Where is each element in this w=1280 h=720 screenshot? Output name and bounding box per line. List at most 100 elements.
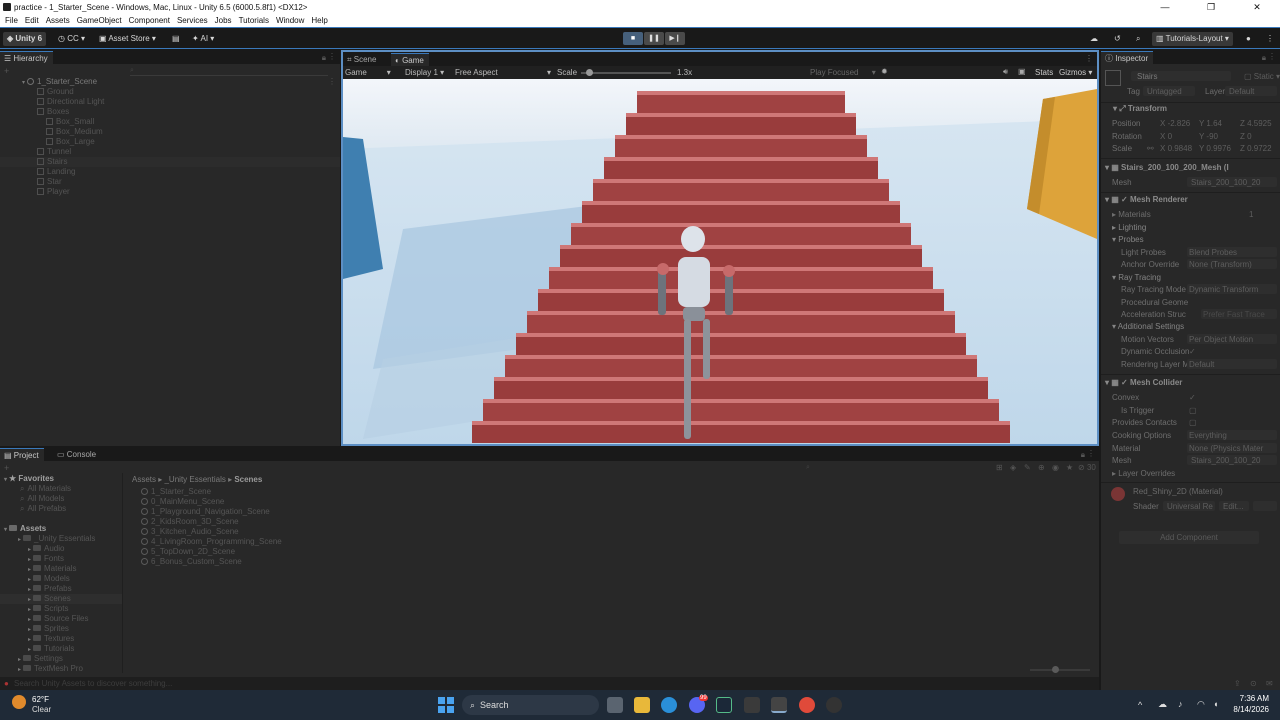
menu-gameobject[interactable]: GameObject — [77, 16, 122, 25]
rotation-y[interactable]: Y -90 — [1199, 132, 1218, 141]
file-explorer-icon[interactable] — [634, 697, 650, 713]
minimize-button[interactable]: — — [1142, 0, 1188, 14]
shader-options-button[interactable] — [1253, 501, 1277, 511]
scene-menu-icon[interactable]: ⋮ — [328, 77, 336, 86]
asset-folder-item[interactable]: ▸ Tutorials — [28, 644, 74, 654]
scene-file-item[interactable]: 2_KidsRoom_3D_Scene — [141, 517, 239, 527]
hierarchy-item[interactable]: Directional Light — [37, 97, 104, 107]
asset-folder-item[interactable]: ▸ TextMesh Pro — [18, 664, 83, 674]
chevron-up-icon[interactable]: ^ — [1138, 700, 1142, 710]
lock-icon[interactable]: 🔒︎ — [322, 53, 326, 63]
favorite-item[interactable]: ⌕ All Materials — [20, 484, 71, 494]
clock-time[interactable]: 7:36 AM — [1235, 694, 1269, 703]
lock-icon[interactable]: 🔒︎ — [1262, 53, 1266, 63]
scale-z[interactable]: Z 0.9722 — [1240, 144, 1272, 153]
materials-label[interactable]: ▸ Materials — [1112, 210, 1151, 219]
status-message[interactable]: Search Unity Assets to discover somethin… — [14, 679, 172, 688]
project-search-input[interactable]: ⌕ — [806, 464, 986, 473]
scene-file-item[interactable]: 1_Playground_Navigation_Scene — [141, 507, 270, 517]
menu-component[interactable]: Component — [129, 16, 170, 25]
maximize-button[interactable]: ❐ — [1188, 0, 1234, 14]
obs-icon[interactable] — [826, 697, 842, 713]
hierarchy-item[interactable]: Box_Large — [46, 137, 95, 147]
edit-shader-button[interactable]: Edit... — [1219, 501, 1249, 511]
display-dropdown[interactable]: Display 1 ▾ — [405, 68, 444, 77]
mesh-filter-header[interactable]: ▾ ▦ Stairs_200_100_200_Mesh (I — [1105, 163, 1229, 172]
task-view-icon[interactable] — [607, 697, 623, 713]
rendering-layer-dropdown[interactable]: Default — [1187, 359, 1277, 369]
asset-folder-item[interactable]: ▸ Audio — [28, 544, 64, 554]
asset-folder-item[interactable]: ▸ Fonts — [28, 554, 64, 564]
search-icon[interactable]: ⌕ — [1132, 32, 1144, 46]
asset-folder-item[interactable]: ▸ Sprites — [28, 624, 69, 634]
acceleration-structure-dropdown[interactable]: Prefer Fast Trace — [1201, 309, 1277, 319]
hierarchy-item[interactable]: Player — [37, 187, 70, 197]
ray-tracing-label[interactable]: ▾ Ray Tracing — [1112, 273, 1161, 282]
lighting-label[interactable]: ▸ Lighting — [1112, 223, 1146, 232]
tab-project[interactable]: ▤ Project — [0, 448, 44, 461]
stats-button[interactable]: Stats — [1035, 68, 1053, 77]
scene-file-item[interactable]: 3_Kitchen_Audio_Scene — [141, 527, 239, 537]
unity-account-button[interactable]: ◈ Unity 6 — [3, 32, 47, 46]
taskbar-search-box[interactable]: ⌕ Search — [462, 695, 599, 715]
favorite-item[interactable]: ⌕ All Models — [20, 494, 64, 504]
clock-date[interactable]: 8/14/2026 — [1229, 705, 1269, 714]
transform-header[interactable]: ▾ ⤢ Transform — [1113, 104, 1167, 114]
game-viewport[interactable] — [343, 79, 1097, 444]
breadcrumb-unity-essentials[interactable]: _Unity Essentials — [164, 475, 225, 484]
icon-size-slider[interactable] — [1030, 666, 1090, 673]
asset-folder-item[interactable]: ▸ Source Files — [28, 614, 88, 624]
tab-scene[interactable]: ⌗ Scene — [343, 53, 381, 66]
step-button[interactable]: ▶❙ — [665, 32, 685, 45]
assets-header[interactable]: ▾ Assets — [4, 524, 46, 534]
favorites-header[interactable]: ▾ ★ Favorites — [4, 474, 54, 484]
position-z[interactable]: Z 4.5925 — [1240, 119, 1272, 128]
anchor-override-field[interactable]: None (Transform) — [1187, 259, 1277, 269]
panel-menu-icon[interactable]: ⋮ — [1268, 52, 1276, 61]
hierarchy-item[interactable]: Stairs — [0, 157, 340, 167]
additional-settings-label[interactable]: ▾ Additional Settings — [1112, 322, 1184, 331]
hierarchy-item[interactable]: Box_Small — [46, 117, 94, 127]
favorite-item[interactable]: ⌕ All Prefabs — [20, 504, 66, 514]
asset-store-button[interactable]: ▣ Asset Store ▾ — [95, 32, 160, 46]
collider-mesh-field[interactable]: Stairs_200_100_20 — [1187, 455, 1277, 465]
object-name-field[interactable]: Stairs — [1131, 71, 1231, 81]
scene-file-item[interactable]: 4_LivingRoom_Programming_Scene — [141, 537, 282, 547]
asset-folder-item[interactable]: ▸ Prefabs — [28, 584, 72, 594]
weather-desc[interactable]: Clear — [32, 705, 51, 714]
tag-dropdown[interactable]: Untagged — [1143, 86, 1195, 96]
hierarchy-item[interactable]: Tunnel — [37, 147, 71, 157]
menu-jobs[interactable]: Jobs — [215, 16, 232, 25]
asset-folder-item[interactable]: ▸ _Unity Essentials — [18, 534, 95, 544]
weather-sun-icon[interactable] — [12, 695, 26, 709]
notifications-icon[interactable]: ✉ — [1266, 679, 1273, 688]
gizmos-button[interactable]: Gizmos ▾ — [1059, 68, 1092, 77]
tab-game[interactable]: ◐ Game — [391, 53, 429, 66]
panel-menu-icon[interactable]: ⋮ — [1085, 54, 1093, 63]
frame-debugger-icon[interactable]: ▣ — [1018, 67, 1026, 76]
breadcrumb-assets[interactable]: Assets — [132, 475, 156, 484]
scene-file-item[interactable]: 5_TopDown_2D_Scene — [141, 547, 235, 557]
tab-console[interactable]: ▭ Console — [53, 448, 101, 461]
pause-button[interactable]: ❚❚ — [644, 32, 664, 45]
gear-icon[interactable]: ✹ — [881, 67, 888, 76]
shader-dropdown[interactable]: Universal Re — [1163, 501, 1215, 511]
mesh-renderer-header[interactable]: ▾ ▦ ✓ Mesh Renderer — [1105, 195, 1188, 204]
volume-icon[interactable]: ◖ — [1213, 699, 1218, 709]
asset-folder-item[interactable]: ▸ Models — [28, 574, 70, 584]
hierarchy-item[interactable]: Ground — [37, 87, 74, 97]
save-search-icon[interactable]: ⊕ — [1038, 463, 1045, 472]
mesh-collider-header[interactable]: ▾ ▦ ✓ Mesh Collider — [1105, 378, 1182, 387]
position-y[interactable]: Y 1.64 — [1199, 119, 1222, 128]
cloud-icon[interactable]: ☁ — [1086, 32, 1102, 46]
constrain-proportions-icon[interactable]: ⚯ — [1147, 144, 1154, 153]
steam-icon[interactable] — [716, 697, 732, 713]
star-icon[interactable]: ★ — [1066, 463, 1073, 472]
menu-assets[interactable]: Assets — [46, 16, 70, 25]
ai-button[interactable]: ✦ AI ▾ — [188, 32, 218, 46]
ray-tracing-mode-dropdown[interactable]: Dynamic Transform — [1187, 284, 1277, 294]
help-icon[interactable]: ● — [1242, 32, 1255, 46]
motion-vectors-dropdown[interactable]: Per Object Motion — [1187, 334, 1277, 344]
mesh-field[interactable]: Stairs_200_100_20 — [1187, 177, 1277, 187]
unity-hub-icon[interactable] — [744, 697, 760, 713]
